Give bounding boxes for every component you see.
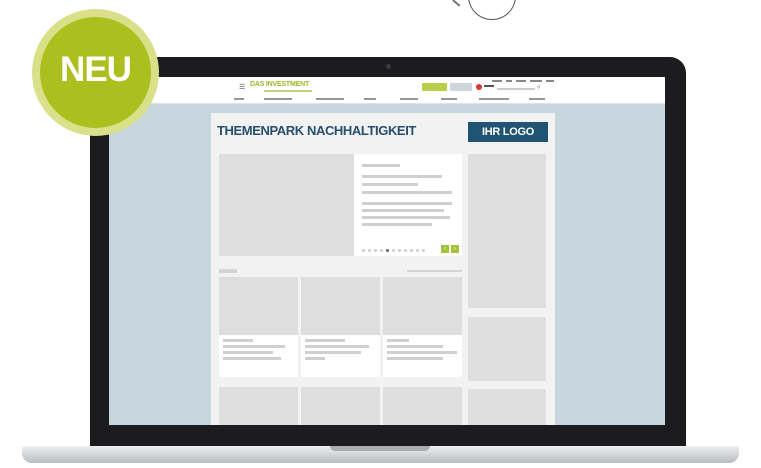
slider-dot[interactable]	[374, 249, 377, 252]
article-card[interactable]	[301, 387, 380, 425]
section-heading	[219, 269, 237, 273]
hero-image[interactable]	[219, 154, 354, 256]
brand-logo[interactable]: DAS INVESTMENT	[250, 81, 320, 97]
article-text	[301, 335, 380, 377]
hero-teaser[interactable]: ‹ ›	[354, 154, 462, 256]
nav-item[interactable]	[400, 98, 418, 100]
slider-dot[interactable]	[392, 249, 395, 252]
badge-icon	[476, 84, 482, 90]
badge-label	[484, 85, 494, 87]
brand-tagline	[264, 90, 312, 92]
stage: ☰ DAS INVESTMENT ⚲ THEMENPARK NACHHALTIG…	[0, 0, 761, 468]
nav-item[interactable]	[364, 98, 376, 100]
article-card[interactable]	[301, 277, 380, 377]
nav-item[interactable]	[234, 98, 244, 100]
teaser-line	[362, 223, 432, 226]
nav-item[interactable]	[316, 98, 344, 100]
slider-dot[interactable]	[380, 249, 383, 252]
slider-dot[interactable]	[416, 249, 419, 252]
sidebar-ad[interactable]	[468, 317, 546, 381]
slider-dot[interactable]	[422, 249, 425, 252]
article-image	[383, 277, 462, 335]
slider-prev-button[interactable]: ‹	[441, 245, 449, 253]
slider-dot[interactable]	[362, 249, 365, 252]
sidebar-ad[interactable]	[468, 154, 546, 308]
article-text	[219, 335, 298, 377]
nav-item[interactable]	[441, 98, 457, 100]
article-card[interactable]	[219, 277, 298, 377]
main-navigation	[234, 98, 549, 102]
slider-dot[interactable]	[368, 249, 371, 252]
nav-item[interactable]	[479, 98, 509, 100]
camera-icon	[386, 64, 391, 69]
nav-item[interactable]	[264, 98, 292, 100]
brand-name: DAS INVESTMENT	[250, 81, 310, 88]
header-green-button[interactable]	[422, 83, 447, 91]
logo-placeholder: IHR LOGO	[468, 122, 548, 142]
teaser-line	[362, 183, 418, 186]
article-card[interactable]	[219, 387, 298, 425]
hamburger-icon[interactable]: ☰	[239, 84, 245, 91]
new-badge-label: NEU	[60, 50, 132, 89]
teaser-line	[362, 202, 452, 205]
article-image	[219, 277, 298, 335]
article-card[interactable]	[383, 387, 462, 425]
slider-dot[interactable]	[404, 249, 407, 252]
teaser-kicker	[362, 164, 400, 167]
header-gray-button[interactable]	[450, 83, 472, 91]
themenpark-content: THEMENPARK NACHHALTIGKEIT IHR LOGO ‹ ›	[211, 113, 555, 425]
teaser-line	[362, 175, 442, 178]
decorative-stroke	[452, 0, 461, 7]
top-link[interactable]	[546, 80, 554, 82]
laptop-screen: ☰ DAS INVESTMENT ⚲ THEMENPARK NACHHALTIG…	[109, 77, 665, 425]
article-image	[301, 277, 380, 335]
laptop-notch	[330, 446, 430, 451]
teaser-line	[362, 216, 450, 219]
top-link[interactable]	[516, 80, 526, 82]
site-header: ☰ DAS INVESTMENT ⚲	[109, 77, 665, 104]
nav-item[interactable]	[529, 98, 545, 100]
slider-dot[interactable]	[386, 249, 389, 252]
article-card[interactable]	[383, 277, 462, 377]
top-link[interactable]	[506, 80, 512, 82]
decorative-circle	[468, 0, 516, 20]
search-input[interactable]	[497, 88, 535, 90]
slider-dot[interactable]	[410, 249, 413, 252]
teaser-line	[362, 191, 452, 194]
slider-next-button[interactable]: ›	[451, 245, 459, 253]
article-text	[383, 335, 462, 377]
section-link[interactable]	[407, 270, 462, 272]
search-icon[interactable]: ⚲	[537, 85, 541, 91]
top-links	[492, 80, 554, 83]
top-link[interactable]	[530, 80, 542, 82]
sidebar-ad[interactable]	[468, 389, 546, 425]
top-link[interactable]	[492, 80, 502, 82]
slider-dot[interactable]	[398, 249, 401, 252]
page-title: THEMENPARK NACHHALTIGKEIT	[217, 123, 416, 138]
slider-dots	[362, 249, 432, 252]
teaser-line	[362, 209, 444, 212]
